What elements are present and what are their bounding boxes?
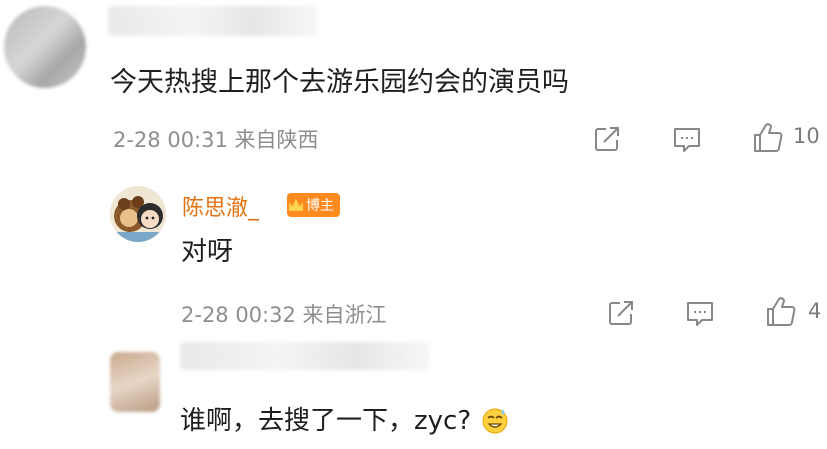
share-icon[interactable] [606,298,636,328]
comment-text: 今天热搜上那个去游乐园约会的演员吗 [110,67,569,98]
blogger-badge: 博主 [287,193,340,217]
sweat-smile-emoji-icon [482,408,508,434]
avatar[interactable] [4,6,86,88]
username-redacted[interactable] [108,6,318,36]
crown-icon [289,199,303,211]
comment-text-content: 谁啊，去搜了一下，zyc? [180,406,472,436]
badge-label: 博主 [306,198,334,214]
like-count: 4 [808,299,822,323]
avatar[interactable] [110,352,160,412]
comment-text: 对呀 [181,237,234,267]
like-icon[interactable] [764,295,798,329]
share-icon[interactable] [592,124,622,154]
avatar-illustration [110,186,166,242]
like-icon[interactable] [751,121,785,155]
comment-icon[interactable] [684,298,716,330]
avatar[interactable] [110,186,166,242]
like-count: 10 [793,124,820,148]
comment-meta: 2-28 00:32 来自浙江 [181,303,387,327]
comment-text: 谁啊，去搜了一下，zyc? [180,400,509,437]
comment-icon[interactable] [671,124,703,156]
author-name[interactable]: 陈思澈_ [182,190,259,222]
username-redacted[interactable] [180,342,430,370]
comment-meta: 2-28 00:31 来自陕西 [113,128,319,152]
